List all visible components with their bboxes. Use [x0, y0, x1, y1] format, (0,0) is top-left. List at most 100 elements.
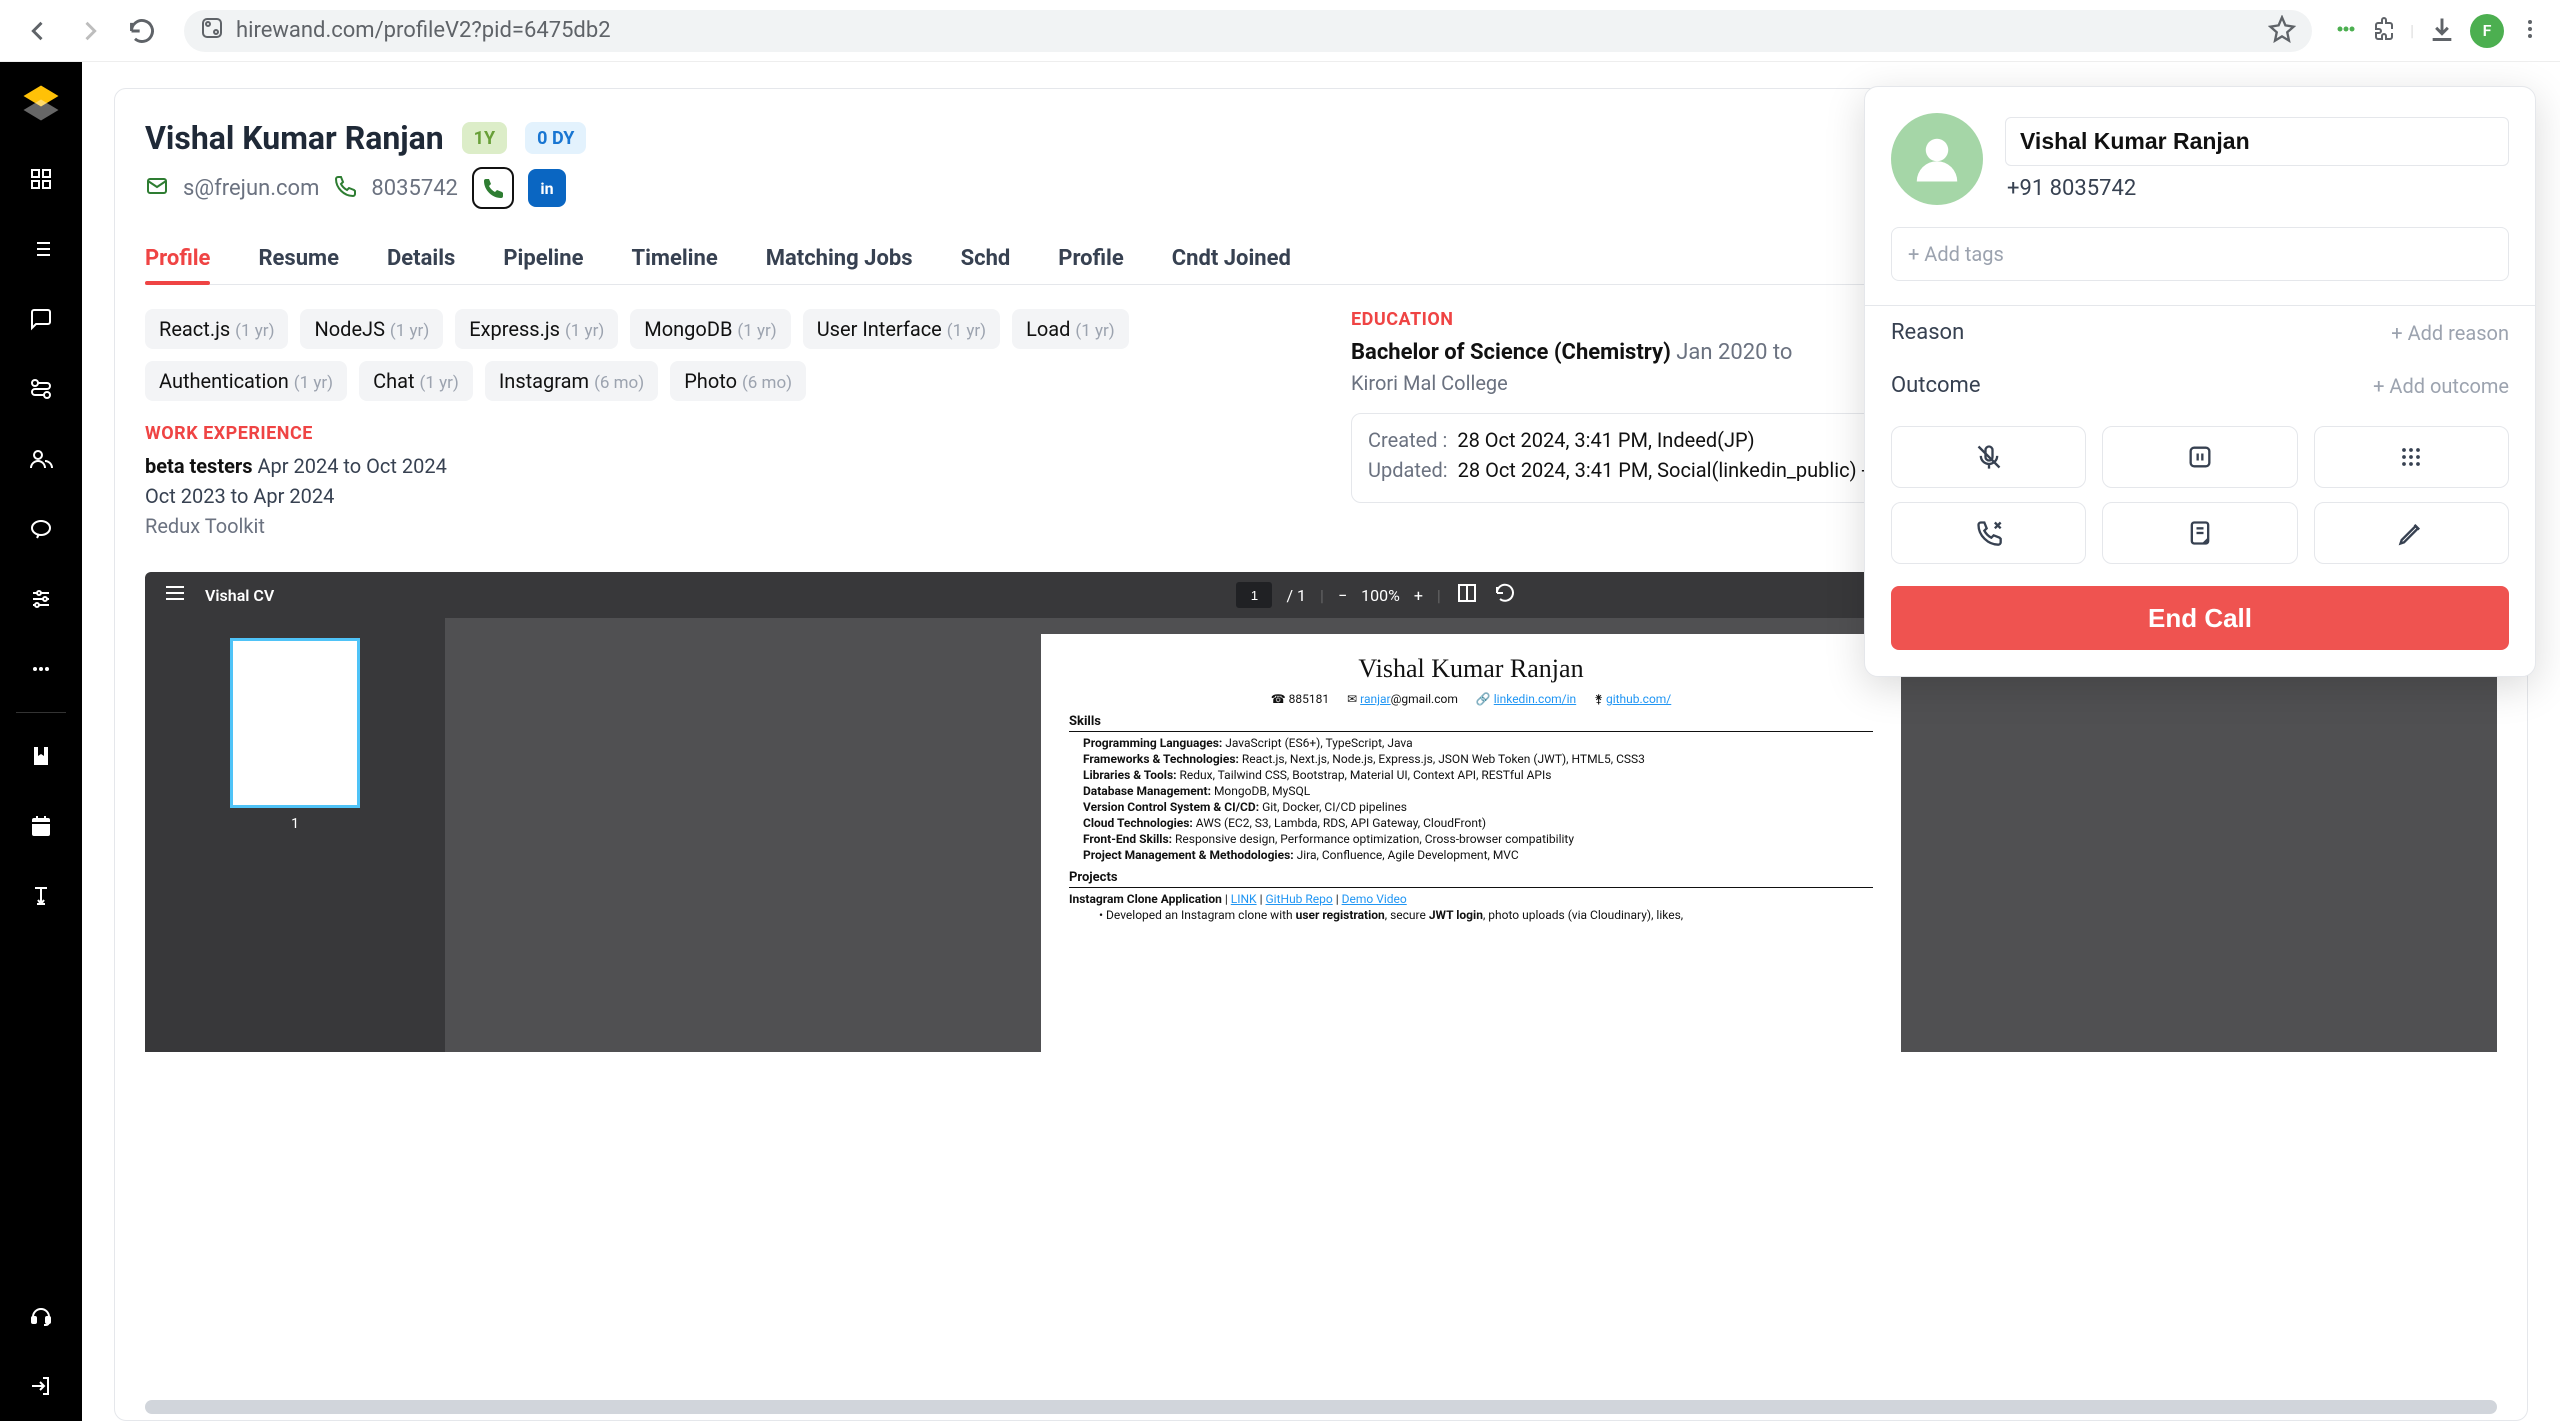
sidebar-item-calendar[interactable]	[0, 791, 82, 861]
candidate-name: Vishal Kumar Ranjan	[145, 119, 444, 157]
extensions-icon[interactable]	[2372, 17, 2396, 45]
cv-proj-link3[interactable]: Demo Video	[1342, 892, 1407, 906]
url-text: hirewand.com/profileV2?pid=6475db2	[236, 18, 611, 43]
main-content: Vishal Kumar Ranjan 1Y 0 DY s@frejun.com…	[82, 62, 2560, 1421]
tab-timeline[interactable]: Timeline	[631, 233, 717, 284]
outcome-label: Outcome	[1891, 373, 1980, 398]
sidebar-item-chat[interactable]	[0, 284, 82, 354]
tab-resume[interactable]: Resume	[258, 233, 339, 284]
skill-chip[interactable]: Chat (1 yr)	[359, 361, 473, 401]
mute-button[interactable]	[1891, 426, 2086, 488]
app-sidebar	[0, 62, 82, 1421]
call-panel: +91 8035742 + Add tags Reason + Add reas…	[1864, 86, 2536, 677]
sidebar-item-logout[interactable]	[0, 1351, 82, 1421]
pdf-zoom: 100%	[1361, 586, 1400, 605]
work-note: Redux Toolkit	[145, 514, 1291, 538]
cv-projects-head: Projects	[1069, 870, 1873, 888]
sidebar-item-flow[interactable]	[0, 354, 82, 424]
sidebar-item-settings[interactable]	[0, 564, 82, 634]
skill-chip[interactable]: User Interface (1 yr)	[803, 309, 1000, 349]
forward-button[interactable]	[70, 11, 110, 51]
pdf-thumbnail[interactable]	[230, 638, 360, 808]
skill-chip[interactable]: NodeJS (1 yr)	[300, 309, 443, 349]
end-call-button[interactable]: End Call	[1891, 586, 2509, 650]
tab-details[interactable]: Details	[387, 233, 455, 284]
call-tags-input[interactable]: + Add tags	[1891, 227, 2509, 281]
transfer-button[interactable]	[1891, 502, 2086, 564]
tab-cndt[interactable]: Cndt Joined	[1172, 233, 1291, 284]
skill-chip[interactable]: Photo (6 mo)	[670, 361, 806, 401]
mail-icon	[145, 174, 169, 202]
profile-avatar[interactable]: F	[2470, 14, 2504, 48]
work-section-heading: WORK EXPERIENCE	[145, 423, 1291, 444]
bookmark-icon[interactable]	[2268, 15, 2296, 47]
pdf-rotate-icon[interactable]	[1493, 581, 1517, 609]
skill-chip[interactable]: MongoDB (1 yr)	[630, 309, 790, 349]
sidebar-item-dashboard[interactable]	[0, 144, 82, 214]
skill-chip[interactable]: Express.js (1 yr)	[455, 309, 618, 349]
pdf-fit-icon[interactable]	[1455, 581, 1479, 609]
call-button[interactable]	[472, 167, 514, 209]
extension-icon-1[interactable]	[2334, 17, 2358, 45]
back-button[interactable]	[18, 11, 58, 51]
skill-chip[interactable]: Authentication (1 yr)	[145, 361, 347, 401]
phone-icon	[333, 174, 357, 202]
note-button[interactable]	[2102, 502, 2297, 564]
tab-pipeline[interactable]: Pipeline	[503, 233, 583, 284]
pdf-page-input[interactable]	[1236, 582, 1272, 608]
updated-label: Updated:	[1368, 458, 1448, 482]
call-name-input[interactable]	[2005, 117, 2509, 166]
sidebar-item-list[interactable]	[0, 214, 82, 284]
work-range1: Apr 2024 to Oct 2024	[257, 454, 446, 478]
horizontal-scrollbar[interactable]	[145, 1400, 2497, 1414]
tab-matching[interactable]: Matching Jobs	[766, 233, 913, 284]
created-label: Created :	[1368, 428, 1447, 452]
skills-chips: React.js (1 yr) NodeJS (1 yr) Express.js…	[145, 309, 1291, 401]
reload-button[interactable]	[122, 11, 162, 51]
skill-chip[interactable]: React.js (1 yr)	[145, 309, 288, 349]
sidebar-item-bookmark[interactable]	[0, 721, 82, 791]
skill-chip[interactable]: Instagram (6 mo)	[485, 361, 658, 401]
edit-button[interactable]	[2314, 502, 2509, 564]
cv-proj-link1[interactable]: LINK	[1231, 892, 1257, 906]
edu-degree: Bachelor of Science (Chemistry)	[1351, 340, 1671, 365]
call-phone: +91 8035742	[2005, 176, 2509, 201]
hold-button[interactable]	[2102, 426, 2297, 488]
add-outcome[interactable]: + Add outcome	[2373, 374, 2509, 398]
work-company: beta testers	[145, 454, 253, 478]
kebab-icon[interactable]	[2518, 17, 2542, 45]
site-info-icon[interactable]	[200, 16, 224, 45]
sidebar-item-more[interactable]	[0, 634, 82, 704]
add-reason[interactable]: + Add reason	[2391, 321, 2509, 345]
candidate-phone[interactable]: 8035742	[371, 176, 458, 201]
pdf-zoom-in[interactable]: +	[1414, 586, 1423, 605]
edu-range: Jan 2020 to	[1676, 340, 1792, 365]
candidate-email[interactable]: s@frejun.com	[183, 176, 319, 201]
pdf-title: Vishal CV	[205, 586, 274, 605]
browser-bar: hirewand.com/profileV2?pid=6475db2 | F	[0, 0, 2560, 62]
skill-chip[interactable]: Load (1 yr)	[1012, 309, 1129, 349]
sidebar-item-headset[interactable]	[0, 1281, 82, 1351]
reason-label: Reason	[1891, 320, 1964, 345]
created-value: 28 Oct 2024, 3:41 PM, Indeed(JP)	[1457, 428, 1754, 452]
download-icon[interactable]	[2428, 15, 2456, 47]
sidebar-item-users[interactable]	[0, 424, 82, 494]
linkedin-icon[interactable]: in	[528, 169, 566, 207]
sidebar-item-text[interactable]	[0, 861, 82, 931]
tab-schd[interactable]: Schd	[961, 233, 1011, 284]
cv-page: Vishal Kumar Ranjan ☎ 885181 ✉ ranjar@gm…	[1041, 634, 1901, 1052]
tab-profile2[interactable]: Profile	[1058, 233, 1123, 284]
cv-linkedin[interactable]: linkedin.com/in	[1494, 692, 1576, 706]
cv-proj-title: Instagram Clone Application	[1069, 892, 1222, 906]
pdf-page-total: / 1	[1286, 586, 1306, 605]
keypad-button[interactable]	[2314, 426, 2509, 488]
app-logo[interactable]	[0, 62, 82, 144]
pdf-menu-icon[interactable]	[163, 581, 187, 609]
url-bar[interactable]: hirewand.com/profileV2?pid=6475db2	[184, 10, 2312, 52]
pdf-zoom-out[interactable]: −	[1338, 586, 1347, 605]
cv-proj-link2[interactable]: GitHub Repo	[1265, 892, 1332, 906]
sidebar-item-message[interactable]	[0, 494, 82, 564]
cv-github[interactable]: github.com/	[1606, 692, 1671, 706]
cv-email[interactable]: ranjar	[1360, 692, 1390, 706]
tab-profile[interactable]: Profile	[145, 233, 210, 284]
